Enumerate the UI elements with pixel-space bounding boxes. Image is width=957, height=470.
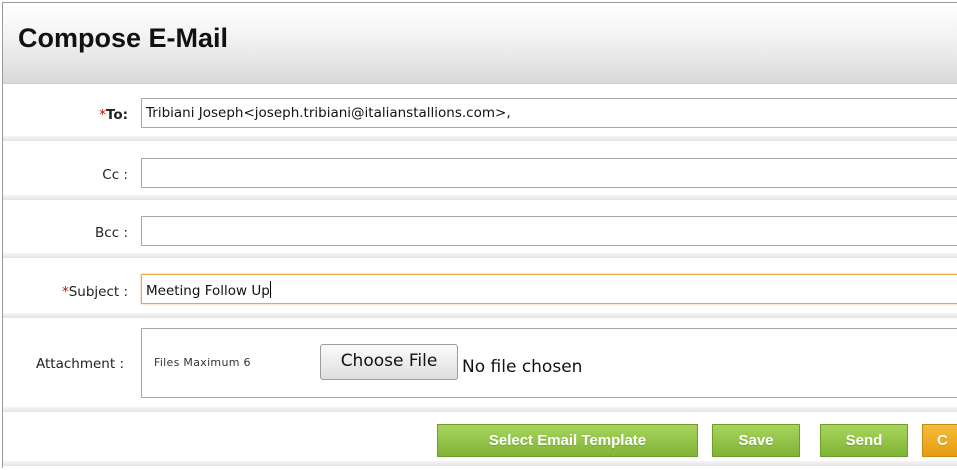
to-field[interactable]: Tribiani Joseph<joseph.tribiani@italians… <box>141 98 957 128</box>
file-status: No file chosen <box>462 357 583 377</box>
title-bar: Compose E-Mail <box>3 3 957 84</box>
to-label-text: To: <box>105 107 128 123</box>
attachment-box: Files Maximum 6 Choose File No file chos… <box>141 328 957 398</box>
to-field-value: Tribiani Joseph<joseph.tribiani@italians… <box>146 105 511 121</box>
bottom-divider <box>3 461 957 466</box>
row-divider <box>3 313 957 318</box>
select-email-template-button[interactable]: Select Email Template <box>437 424 698 457</box>
row-divider <box>3 407 957 412</box>
subject-label: *Subject : <box>62 284 128 300</box>
cc-label: Cc : <box>102 167 128 183</box>
required-marker: * <box>61 284 69 300</box>
row-divider <box>3 136 957 141</box>
choose-file-button[interactable]: Choose File <box>320 344 458 380</box>
attachment-label: Attachment : <box>36 356 124 372</box>
files-maximum-hint: Files Maximum 6 <box>154 356 251 369</box>
row-divider <box>3 253 957 258</box>
subject-field-value: Meeting Follow Up <box>146 283 270 299</box>
row-divider <box>3 195 957 200</box>
cc-field[interactable] <box>141 158 957 188</box>
text-cursor <box>269 281 271 298</box>
cancel-button[interactable]: C <box>922 424 957 457</box>
subject-label-text: Subject : <box>68 284 128 300</box>
send-button[interactable]: Send <box>820 424 908 457</box>
page-title: Compose E-Mail <box>18 23 229 53</box>
required-marker: * <box>99 107 106 123</box>
to-label: *To: <box>99 107 128 123</box>
bcc-label: Bcc : <box>95 225 128 241</box>
bcc-field[interactable] <box>141 216 957 246</box>
subject-field[interactable]: Meeting Follow Up <box>141 274 957 304</box>
save-button[interactable]: Save <box>712 424 800 457</box>
compose-email-panel: Compose E-Mail *To: Tribiani Joseph<jose… <box>2 2 957 468</box>
